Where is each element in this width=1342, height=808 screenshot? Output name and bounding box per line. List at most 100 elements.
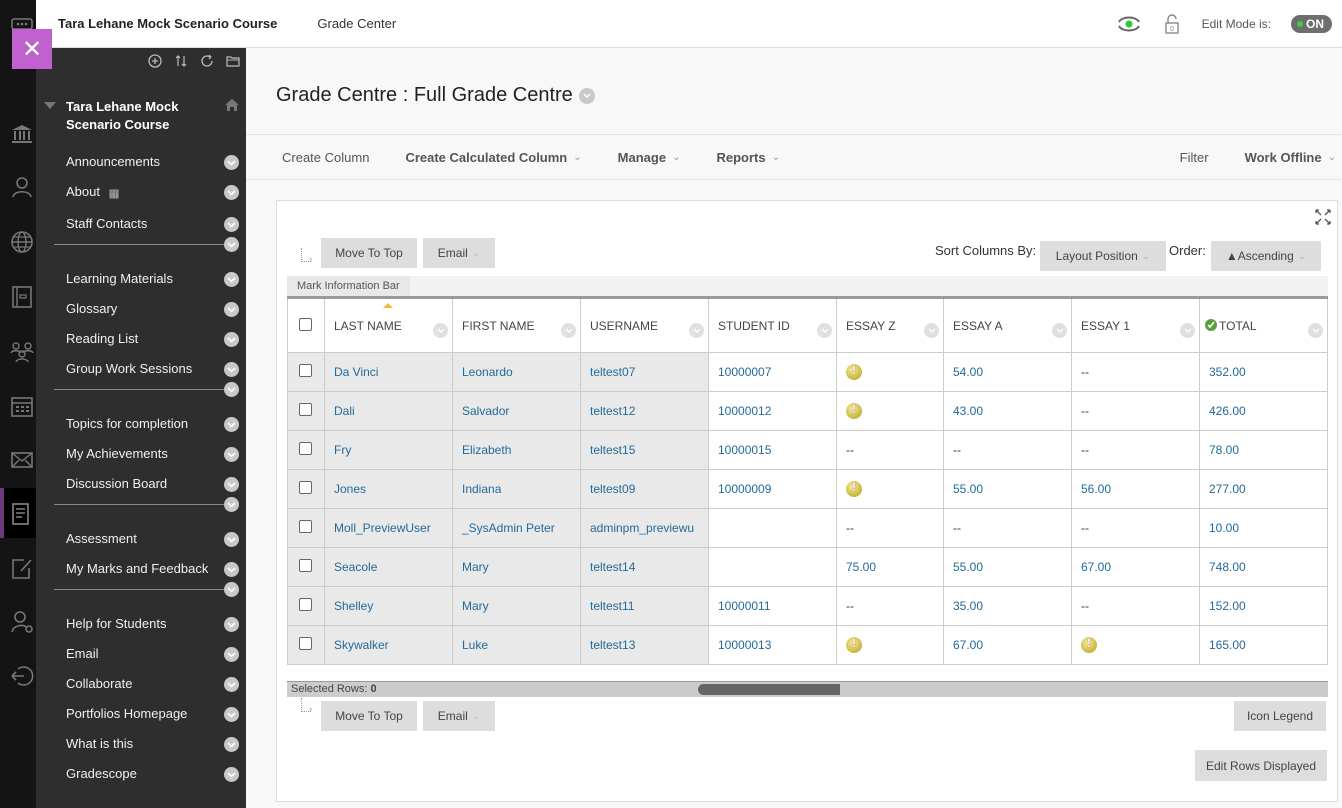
cell-sid[interactable]: 10000013 — [708, 625, 837, 665]
cell-sid[interactable]: 10000007 — [708, 352, 837, 392]
column-header-essay-a[interactable]: ESSAY A — [943, 296, 1072, 353]
column-options-chevron-icon[interactable] — [1052, 323, 1067, 338]
folder-view-icon[interactable] — [226, 54, 240, 73]
cell-essay-a[interactable]: 43.00 — [943, 391, 1072, 431]
menu-item-collaborate[interactable]: Collaborate — [66, 676, 133, 691]
cell-last[interactable]: Jones — [324, 469, 453, 509]
menu-item-what-is-this[interactable]: What is this — [66, 736, 133, 751]
lock-icon[interactable]: 0 — [1162, 13, 1182, 35]
edit-mode-toggle[interactable]: ON — [1291, 14, 1332, 33]
email-menu-top[interactable]: Email ⌄ — [423, 238, 495, 268]
menu-item-assessment[interactable]: Assessment — [66, 531, 137, 546]
icon-legend-button[interactable]: Icon Legend — [1234, 701, 1326, 731]
column-options-chevron-icon[interactable] — [817, 323, 832, 338]
column-options-chevron-icon[interactable] — [433, 323, 448, 338]
needs-grading-icon[interactable] — [1081, 636, 1097, 653]
select-all-checkbox[interactable] — [299, 317, 312, 331]
row-checkbox[interactable] — [299, 598, 312, 611]
cell-first[interactable]: Indiana — [452, 469, 581, 509]
globe-icon[interactable] — [8, 228, 36, 256]
column-header-student-id[interactable]: STUDENT ID — [708, 296, 837, 353]
menu-item-options-chevron-icon[interactable] — [224, 155, 239, 170]
row-checkbox[interactable] — [299, 403, 312, 416]
add-menu-item-icon[interactable] — [148, 54, 162, 73]
move-to-top-button-top[interactable]: Move To Top — [321, 238, 417, 268]
menu-item-email[interactable]: Email — [66, 646, 99, 661]
menu-item-group-work-sessions[interactable]: Group Work Sessions — [66, 361, 192, 376]
cell-essay-z[interactable]: -- — [836, 430, 944, 470]
menu-item-options-chevron-icon[interactable] — [224, 477, 239, 492]
column-options-chevron-icon[interactable] — [1180, 323, 1195, 338]
grades-icon[interactable] — [8, 500, 36, 528]
cell-total[interactable]: 152.00 — [1199, 586, 1328, 626]
cell-last[interactable]: Skywalker — [324, 625, 453, 665]
cell-first[interactable]: _SysAdmin Peter — [452, 508, 581, 548]
menu-item-options-chevron-icon[interactable] — [224, 417, 239, 432]
cell-total[interactable]: 78.00 — [1199, 430, 1328, 470]
menu-item-learning-materials[interactable]: Learning Materials — [66, 271, 173, 286]
cell-user[interactable]: adminpm_previewu — [580, 508, 709, 548]
menu-item-options-chevron-icon[interactable] — [224, 302, 239, 317]
create-calculated-column-menu[interactable]: Create Calculated Column ⌄ — [405, 150, 581, 165]
cell-total[interactable]: 352.00 — [1199, 352, 1328, 392]
breadcrumb-grade-center[interactable]: Grade Center — [317, 16, 396, 31]
mark-information-bar-tab[interactable]: Mark Information Bar — [287, 276, 410, 296]
row-checkbox[interactable] — [299, 442, 312, 455]
home-icon[interactable] — [224, 98, 240, 117]
cell-total[interactable]: 10.00 — [1199, 508, 1328, 548]
cell-essay-a[interactable]: -- — [943, 508, 1072, 548]
cell-sid[interactable]: 10000012 — [708, 391, 837, 431]
refresh-icon[interactable] — [200, 54, 214, 73]
reorder-icon[interactable] — [174, 54, 188, 73]
cell-essay-a[interactable]: 55.00 — [943, 469, 1072, 509]
menu-item-options-chevron-icon[interactable] — [224, 647, 239, 662]
cell-essay-1[interactable] — [1071, 625, 1200, 665]
column-header-essay-1[interactable]: ESSAY 1 — [1071, 296, 1200, 353]
cell-user[interactable]: teltest07 — [580, 352, 709, 392]
cell-user[interactable]: teltest14 — [580, 547, 709, 587]
needs-grading-icon[interactable] — [846, 363, 862, 380]
cell-last[interactable]: Seacole — [324, 547, 453, 587]
needs-grading-icon[interactable] — [846, 480, 862, 497]
cell-last[interactable]: Moll_PreviewUser — [324, 508, 453, 548]
needs-grading-icon[interactable] — [846, 402, 862, 419]
row-checkbox[interactable] — [299, 364, 312, 377]
menu-item-announcements[interactable]: Announcements — [66, 154, 160, 169]
cell-first[interactable]: Elizabeth — [452, 430, 581, 470]
menu-item-options-chevron-icon[interactable] — [224, 332, 239, 347]
column-options-chevron-icon[interactable] — [1308, 323, 1323, 338]
course-title[interactable]: Tara Lehane Mock Scenario Course — [58, 16, 277, 31]
user-settings-icon[interactable] — [8, 608, 36, 636]
row-checkbox[interactable] — [299, 481, 312, 494]
cell-last[interactable]: Fry — [324, 430, 453, 470]
row-checkbox[interactable] — [299, 559, 312, 572]
work-offline-menu[interactable]: Work Offline ⌄ — [1245, 150, 1336, 165]
cell-total[interactable]: 165.00 — [1199, 625, 1328, 665]
menu-item-options-chevron-icon[interactable] — [224, 272, 239, 287]
cell-first[interactable]: Luke — [452, 625, 581, 665]
menu-item-options-chevron-icon[interactable] — [224, 767, 239, 782]
needs-grading-icon[interactable] — [846, 636, 862, 653]
menu-item-gradescope[interactable]: Gradescope — [66, 766, 137, 781]
cell-essay-a[interactable]: -- — [943, 430, 1072, 470]
email-menu-bottom[interactable]: Email ⌄ — [423, 701, 495, 731]
close-menu-button[interactable]: ✕ — [12, 29, 52, 69]
divider-options-chevron-icon[interactable] — [224, 382, 239, 397]
cell-first[interactable]: Salvador — [452, 391, 581, 431]
menu-item-my-achievements[interactable]: My Achievements — [66, 446, 168, 461]
profile-icon[interactable] — [8, 173, 36, 201]
cell-sid[interactable] — [708, 508, 837, 548]
cell-sid[interactable]: 10000009 — [708, 469, 837, 509]
cell-user[interactable]: teltest15 — [580, 430, 709, 470]
order-select[interactable]: ▲Ascending ⌄ — [1211, 241, 1321, 271]
institution-icon[interactable] — [8, 120, 36, 148]
menu-item-help-for-students[interactable]: Help for Students — [66, 616, 166, 631]
menu-item-my-marks-and-feedback[interactable]: My Marks and Feedback — [66, 561, 208, 576]
menu-item-options-chevron-icon[interactable] — [224, 185, 239, 200]
menu-item-about[interactable]: About — [66, 184, 100, 199]
column-options-chevron-icon[interactable] — [689, 323, 704, 338]
menu-item-options-chevron-icon[interactable] — [224, 677, 239, 692]
column-header-last-name[interactable]: LAST NAME — [324, 296, 453, 353]
column-header-first-name[interactable]: FIRST NAME — [452, 296, 581, 353]
cell-last[interactable]: Da Vinci — [324, 352, 453, 392]
